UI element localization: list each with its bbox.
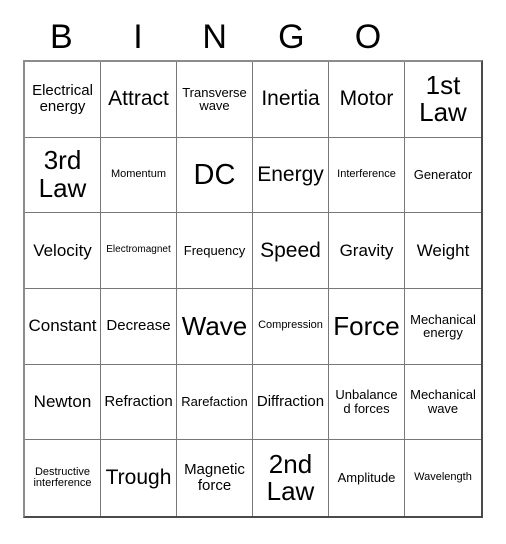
- bingo-cell-label: Wave: [181, 310, 248, 341]
- bingo-cell-label: 2nd Law: [266, 448, 315, 507]
- bingo-header-letter-i: I: [133, 18, 143, 56]
- bingo-cell-label: Motor: [339, 87, 394, 111]
- bingo-cell[interactable]: Newton: [25, 364, 101, 441]
- bingo-cell[interactable]: Amplitude: [329, 440, 405, 516]
- bingo-cell[interactable]: Energy: [253, 137, 329, 214]
- bingo-cell[interactable]: Constant: [25, 288, 101, 365]
- bingo-cell[interactable]: Magnetic force: [177, 440, 253, 516]
- bingo-cell-label: Interference: [337, 168, 396, 181]
- bingo-cell-label: Energy: [257, 162, 324, 186]
- bingo-cell[interactable]: 2nd Law: [253, 440, 329, 516]
- bingo-cell-label: Electromagnet: [106, 244, 171, 256]
- bingo-card: B I N G O Electrical energy Attract Transv…: [23, 14, 483, 520]
- bingo-cell-label: Magnetic force: [184, 461, 245, 495]
- bingo-cell[interactable]: Generator: [405, 137, 481, 214]
- bingo-cell-label: Decrease: [106, 317, 171, 335]
- bingo-cell-label: Trough: [105, 466, 172, 490]
- bingo-header-letter-n: N: [202, 18, 227, 56]
- bingo-cell-label: Transverse wave: [182, 84, 247, 114]
- bingo-cell-label: Rarefaction: [181, 394, 248, 410]
- bingo-cell[interactable]: Destructive interference: [25, 440, 101, 516]
- bingo-cell[interactable]: Decrease: [101, 288, 177, 365]
- bingo-cell[interactable]: Inertia: [253, 62, 329, 138]
- bingo-cell[interactable]: Trough: [101, 440, 177, 516]
- bingo-cell-label: Generator: [413, 167, 473, 183]
- bingo-cell[interactable]: Electromagnet: [101, 213, 177, 289]
- bingo-header-letter-empty: [406, 14, 483, 60]
- bingo-header-letter-o: O: [354, 18, 382, 56]
- bingo-header-letter-g: G: [278, 18, 305, 56]
- bingo-cell-label: 3rd Law: [38, 145, 87, 203]
- bingo-cell[interactable]: Motor: [329, 62, 405, 138]
- bingo-cell[interactable]: Mechanical energy: [405, 288, 481, 365]
- bingo-cell-label: Momentum: [110, 168, 167, 181]
- bingo-cell-label: Electrical energy: [32, 82, 93, 116]
- bingo-cell[interactable]: Gravity: [329, 213, 405, 289]
- bingo-cell-label: Newton: [33, 391, 92, 411]
- bingo-cell-label: Speed: [260, 238, 321, 262]
- bingo-cell[interactable]: Velocity: [25, 213, 101, 289]
- bingo-cell[interactable]: Force: [329, 288, 405, 365]
- bingo-cell[interactable]: Compression: [253, 288, 329, 365]
- bingo-cell[interactable]: 1st Law: [405, 62, 481, 138]
- bingo-cell[interactable]: Refraction: [101, 364, 177, 441]
- bingo-cell-label: 1st Law: [419, 69, 467, 128]
- bingo-cell[interactable]: Mechanical wave: [405, 364, 481, 441]
- bingo-cell-label: Attract: [108, 87, 169, 111]
- bingo-cell[interactable]: Weight: [405, 213, 481, 289]
- bingo-cell-label: Constant: [28, 316, 97, 336]
- bingo-cell[interactable]: Diffraction: [253, 364, 329, 441]
- bingo-cell[interactable]: Interference: [329, 137, 405, 214]
- bingo-cell[interactable]: Unbalanced forces: [329, 364, 405, 441]
- bingo-cell[interactable]: Transverse wave: [177, 62, 253, 138]
- bingo-cell[interactable]: Wave: [177, 288, 253, 365]
- bingo-cell[interactable]: DC: [177, 137, 253, 214]
- bingo-cell-label: Inertia: [261, 87, 320, 111]
- bingo-cell-label: Frequency: [183, 242, 246, 258]
- bingo-cell[interactable]: Rarefaction: [177, 364, 253, 441]
- bingo-cell-label: Destructive interference: [33, 465, 92, 490]
- bingo-grid: Electrical energy Attract Transverse wave I…: [23, 60, 483, 518]
- bingo-cell-label: Gravity: [339, 240, 394, 260]
- bingo-cell[interactable]: 3rd Law: [25, 137, 101, 214]
- bingo-cell[interactable]: Wavelength: [405, 440, 481, 516]
- bingo-cell-label: Refraction: [104, 393, 173, 411]
- bingo-header-letter-b: B: [49, 18, 73, 56]
- bingo-cell-label: Mechanical wave: [410, 387, 476, 416]
- bingo-cell-label: Diffraction: [256, 393, 325, 411]
- bingo-header-row: B I N G O: [23, 14, 483, 60]
- bingo-cell-label: Unbalanced forces: [335, 387, 398, 416]
- bingo-cell[interactable]: Momentum: [101, 137, 177, 214]
- bingo-cell-label: Force: [333, 310, 400, 341]
- bingo-cell[interactable]: Speed: [253, 213, 329, 289]
- bingo-cell-label: Compression: [258, 319, 323, 332]
- bingo-cell-label: Amplitude: [337, 470, 396, 486]
- bingo-cell-label: Weight: [416, 240, 470, 260]
- bingo-cell[interactable]: Electrical energy: [25, 62, 101, 138]
- bingo-cell-label: Wavelength: [414, 471, 472, 484]
- bingo-cell[interactable]: Attract: [101, 62, 177, 138]
- bingo-cell-label: Velocity: [33, 240, 92, 260]
- bingo-cell-label: Mechanical energy: [410, 311, 476, 341]
- bingo-cell-label: DC: [193, 158, 236, 191]
- bingo-cell[interactable]: Frequency: [177, 213, 253, 289]
